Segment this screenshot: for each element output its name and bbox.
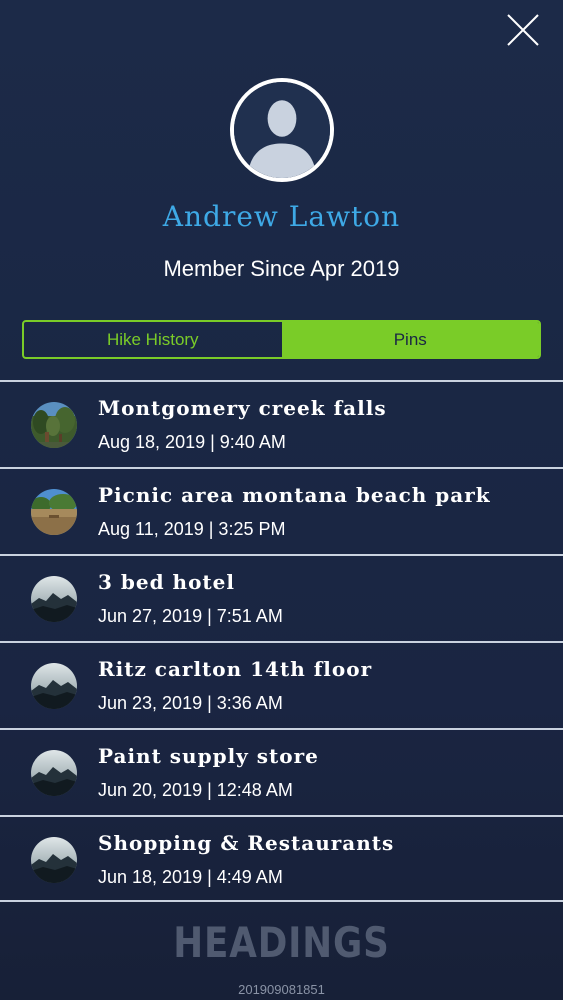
pin-date: Jun 18, 2019 | 4:49 AM: [98, 867, 283, 887]
list-item[interactable]: Montgomery creek falls Aug 18, 2019 | 9:…: [0, 380, 563, 467]
pin-title: Ritz carlton 14th floor: [98, 657, 373, 681]
list-item[interactable]: Ritz carlton 14th floor Jun 23, 2019 | 3…: [0, 641, 563, 728]
pin-list: Montgomery creek falls Aug 18, 2019 | 9:…: [0, 380, 563, 902]
pin-title: 3 bed hotel: [98, 570, 235, 594]
forest-photo-thumbnail: [31, 402, 77, 448]
pin-date: Jun 20, 2019 | 12:48 AM: [98, 780, 293, 800]
pin-date: Jun 23, 2019 | 3:36 AM: [98, 693, 283, 713]
avatar[interactable]: [230, 78, 334, 182]
mountain-placeholder-thumbnail: [31, 576, 77, 622]
close-button[interactable]: [505, 12, 541, 48]
tab-hike-history[interactable]: Hike History: [24, 322, 282, 357]
mountain-placeholder-thumbnail: [31, 837, 77, 883]
pin-title: Montgomery creek falls: [98, 396, 387, 420]
pin-title: Picnic area montana beach park: [98, 483, 491, 507]
build-number: 201909081851: [238, 982, 325, 997]
brand-logo: HEADINGS: [173, 918, 390, 967]
pin-date: Jun 27, 2019 | 7:51 AM: [98, 606, 283, 626]
list-item[interactable]: Shopping & Restaurants Jun 18, 2019 | 4:…: [0, 815, 563, 902]
list-item[interactable]: Picnic area montana beach park Aug 11, 2…: [0, 467, 563, 554]
pin-title: Paint supply store: [98, 744, 319, 768]
mountain-placeholder-thumbnail: [31, 663, 77, 709]
segmented-control: Hike History Pins: [22, 320, 541, 359]
user-name: Andrew Lawton: [162, 200, 401, 233]
tab-pins[interactable]: Pins: [281, 322, 539, 357]
list-item[interactable]: 3 bed hotel Jun 27, 2019 | 7:51 AM: [0, 554, 563, 641]
list-item[interactable]: Paint supply store Jun 20, 2019 | 12:48 …: [0, 728, 563, 815]
close-icon: [507, 14, 539, 46]
pin-date: Aug 11, 2019 | 3:25 PM: [98, 519, 286, 539]
mountain-placeholder-thumbnail: [31, 750, 77, 796]
user-silhouette-icon: [234, 82, 330, 178]
member-since: Member Since Apr 2019: [163, 256, 400, 281]
pin-title: Shopping & Restaurants: [98, 831, 395, 855]
beach-park-photo-thumbnail: [31, 489, 77, 535]
pin-date: Aug 18, 2019 | 9:40 AM: [98, 432, 286, 452]
